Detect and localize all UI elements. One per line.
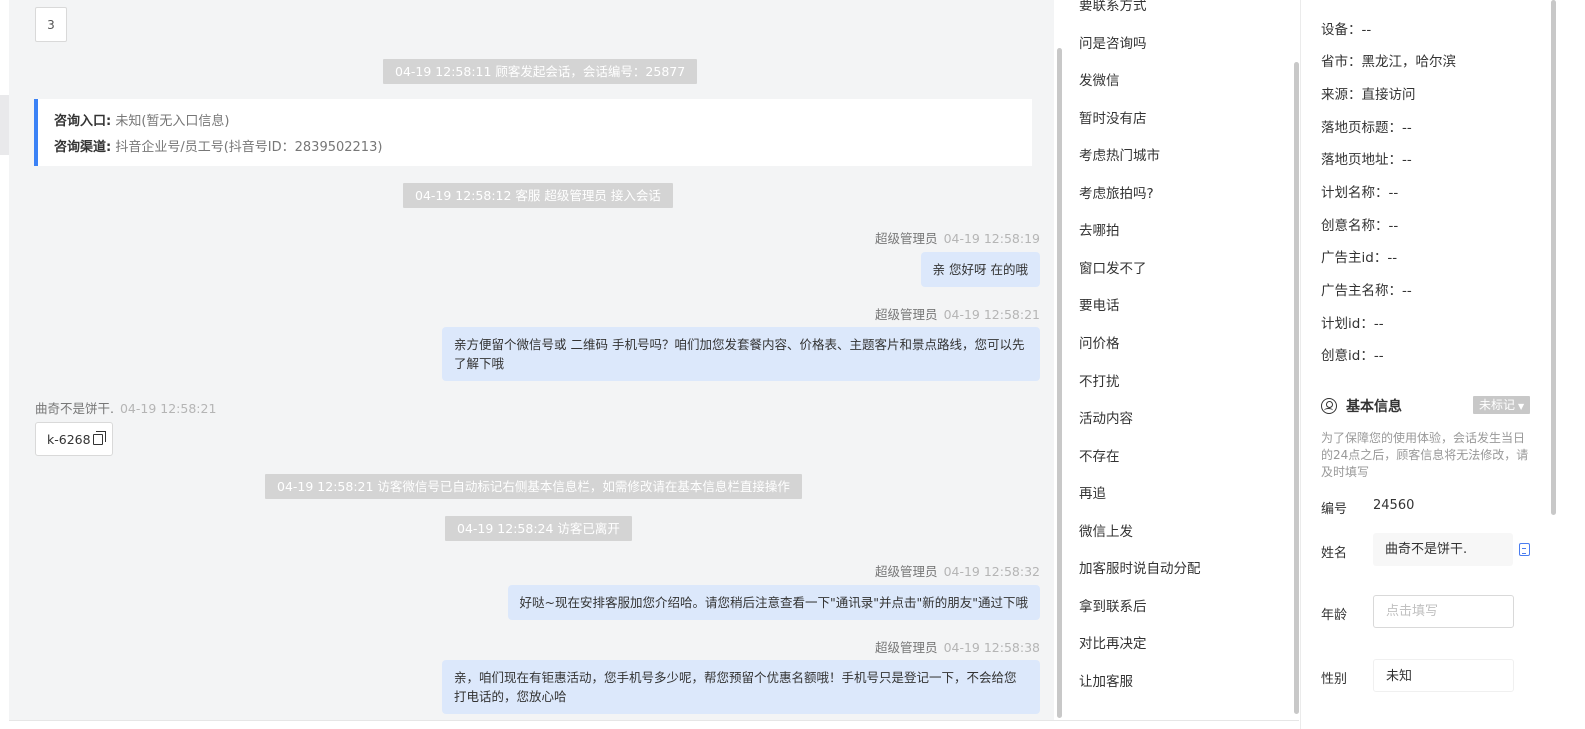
quick-reply-panel: 要联系方式 问是咨询吗 发微信 暂时没有店 考虑热门城市 考虑旅拍吗? 去哪拍 …	[1063, 0, 1299, 720]
quick-reply-item[interactable]: 窗口发不了	[1079, 257, 1147, 277]
basic-info-title: 基本信息	[1321, 396, 1402, 416]
quick-reply-item[interactable]: 活动内容	[1079, 407, 1133, 427]
age-input[interactable]	[1373, 595, 1514, 628]
quick-reply-item[interactable]: 让加客服	[1079, 670, 1133, 690]
quick-reply-item[interactable]: 考虑热门城市	[1079, 144, 1160, 164]
system-message: 04-19 12:58:21 访客微信号已自动标记右侧基本信息栏，如需修改请在基…	[265, 474, 802, 499]
age-label: 年龄	[1321, 608, 1348, 623]
quick-reply-item[interactable]: 不打扰	[1079, 370, 1120, 390]
agent-message-bubble: 亲 您好呀 在的哦	[920, 252, 1040, 287]
visitor-info-plan-name: 计划名称：--	[1321, 185, 1399, 201]
name-label: 姓名	[1321, 546, 1348, 561]
quick-reply-item[interactable]: 再追	[1079, 482, 1106, 502]
message-time: 04-19 12:58:21	[119, 401, 217, 416]
message-sender: 超级管理员	[875, 307, 938, 322]
visitor-info-advertiser-name: 广告主名称：--	[1321, 283, 1412, 299]
system-message: 04-19 12:58:24 访客已离开	[445, 516, 632, 541]
consult-entry-label: 咨询入口:	[54, 114, 112, 129]
system-message: 04-19 12:58:12 客服 超级管理员 接入会话	[403, 183, 673, 208]
left-edge-strip	[0, 95, 9, 155]
bottom-divider	[9, 720, 1299, 721]
user-circle-icon	[1321, 398, 1337, 414]
basic-info-notice: 为了保障您的使用体验，会话发生当日的24点之后，顾客信息将无法修改，请及时填写	[1321, 431, 1529, 479]
message-sender: 超级管理员	[875, 564, 938, 579]
agent-message-bubble: 亲方便留个微信号或 二维码 手机号吗？咱们加您发套餐内容、价格表、主题客片和景点…	[442, 327, 1040, 381]
quick-reply-item[interactable]: 问是咨询吗	[1079, 32, 1147, 52]
message-time: 04-19 12:58:32	[943, 564, 1040, 579]
chat-scrollbar[interactable]	[1057, 48, 1062, 718]
visitor-info-landing-url: 落地页地址：--	[1321, 152, 1412, 168]
agent-message-bubble: 亲，咱们现在有钜惠活动，您手机号多少呢，帮您预留个优惠名额哦！手机号只是登记一下…	[442, 660, 1040, 714]
visitor-info-source: 来源：直接访问	[1321, 87, 1416, 103]
quick-reply-item[interactable]: 考虑旅拍吗?	[1079, 182, 1154, 202]
visitor-message-bubble[interactable]: k-6268	[35, 422, 113, 456]
id-value: 24560	[1373, 498, 1415, 513]
gender-select[interactable]: 未知	[1373, 659, 1514, 692]
chat-panel: 3 04-19 12:58:11 顾客发起会话，会话编号：25877 咨询入口:…	[9, 0, 1054, 720]
agent-message-bubble: 好哒~现在安排客服加您介绍哈。请您稍后注意查看一下"通讯录"并点击"新的朋友"通…	[507, 585, 1040, 620]
tag-dropdown[interactable]: 未标记 ▼	[1473, 396, 1531, 414]
message-meta: 曲奇不是饼干. 04-19 12:58:21	[35, 398, 216, 417]
consult-entry-row: 咨询入口: 未知(暂无入口信息)	[54, 109, 1016, 135]
name-field[interactable]: 曲奇不是饼干.	[1373, 533, 1513, 566]
message-meta: 超级管理员 04-19 12:58:32	[875, 561, 1040, 580]
quick-reply-item[interactable]: 暂时没有店	[1079, 107, 1147, 127]
quick-reply-item[interactable]: 去哪拍	[1079, 219, 1120, 239]
app-root: 3 04-19 12:58:11 顾客发起会话，会话编号：25877 咨询入口:…	[0, 0, 1585, 729]
quick-reply-item[interactable]: 对比再决定	[1079, 632, 1147, 652]
system-message: 04-19 12:58:11 顾客发起会话，会话编号：25877	[383, 59, 698, 84]
id-label: 编号	[1321, 502, 1348, 517]
quick-reply-item[interactable]: 不存在	[1079, 445, 1120, 465]
message-sender: 超级管理员	[875, 231, 938, 246]
copy-document-icon[interactable]	[1519, 543, 1530, 556]
message-meta: 超级管理员 04-19 12:58:38	[875, 637, 1040, 656]
consult-channel-label: 咨询渠道:	[54, 140, 112, 155]
consult-info-card: 咨询入口: 未知(暂无入口信息) 咨询渠道: 抖音企业号/员工号(抖音号ID：2…	[34, 99, 1032, 166]
message-meta: 超级管理员 04-19 12:58:19	[875, 228, 1040, 247]
visitor-info-region: 省市：黑龙江，哈尔滨	[1321, 54, 1456, 70]
gender-label: 性别	[1321, 672, 1348, 687]
visitor-info-landing-title: 落地页标题：--	[1321, 120, 1412, 136]
message-sender: 超级管理员	[875, 640, 938, 655]
customer-info-panel: 设备：-- 省市：黑龙江，哈尔滨 来源：直接访问 落地页标题：-- 落地页地址：…	[1300, 0, 1585, 729]
info-panel-scrollbar[interactable]	[1551, 0, 1556, 515]
message-time: 04-19 12:58:19	[943, 231, 1040, 246]
quick-reply-item[interactable]: 要电话	[1079, 294, 1120, 314]
visitor-info-creative-id: 创意id：--	[1321, 348, 1384, 364]
page-number-box[interactable]: 3	[35, 7, 67, 42]
tag-dropdown-label: 未标记	[1479, 398, 1516, 412]
message-time: 04-19 12:58:21	[943, 307, 1040, 322]
visitor-info-creative-name: 创意名称：--	[1321, 218, 1399, 234]
visitor-info-plan-id: 计划id：--	[1321, 316, 1384, 332]
quick-reply-item[interactable]: 问价格	[1079, 332, 1120, 352]
copy-icon[interactable]	[92, 430, 106, 445]
visitor-message-text: k-6268	[47, 431, 91, 447]
quick-reply-item[interactable]: 发微信	[1079, 69, 1120, 89]
quick-reply-item[interactable]: 微信上发	[1079, 520, 1133, 540]
quick-reply-item[interactable]: 要联系方式	[1079, 0, 1147, 14]
consult-channel-value: 抖音企业号/员工号(抖音号ID：2839502213)	[115, 140, 383, 155]
basic-info-title-text: 基本信息	[1346, 399, 1402, 415]
visitor-info-advertiser-id: 广告主id：--	[1321, 250, 1398, 266]
consult-entry-value: 未知(暂无入口信息)	[115, 114, 230, 129]
message-meta: 超级管理员 04-19 12:58:21	[875, 304, 1040, 323]
visitor-info-device: 设备：--	[1321, 22, 1372, 38]
quick-reply-item[interactable]: 加客服时说自动分配	[1079, 557, 1201, 577]
quick-reply-item[interactable]: 拿到联系后	[1079, 595, 1147, 615]
message-time: 04-19 12:58:38	[943, 640, 1040, 655]
caret-down-icon: ▼	[1518, 402, 1525, 411]
consult-channel-row: 咨询渠道: 抖音企业号/员工号(抖音号ID：2839502213)	[54, 135, 1016, 161]
quick-reply-scrollbar[interactable]	[1294, 62, 1299, 714]
message-sender: 曲奇不是饼干.	[35, 401, 114, 416]
